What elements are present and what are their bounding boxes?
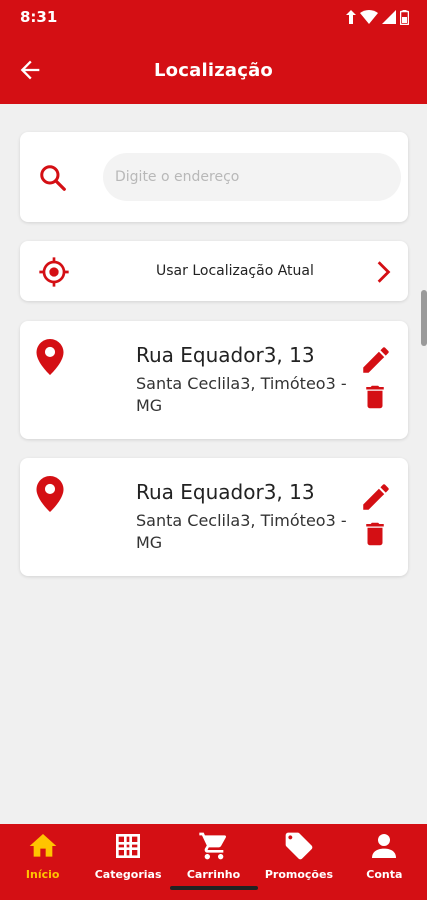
address-street: Rua Equador3, 13: [136, 343, 315, 367]
location-pin-icon: [36, 339, 64, 375]
address-detail: Santa Ceclila3, Timóteo3 - MG: [136, 511, 347, 552]
signal-icon: [346, 10, 356, 24]
use-current-location-button[interactable]: Usar Localização Atual: [20, 241, 408, 301]
nav-item-promocoes[interactable]: Promoções: [256, 824, 341, 900]
nav-label: Carrinho: [186, 868, 241, 881]
edit-pencil-icon[interactable]: [359, 480, 393, 514]
status-bar: 8:31: [0, 0, 427, 34]
edit-pencil-icon[interactable]: [359, 343, 393, 377]
location-pin-icon: [36, 476, 64, 512]
battery-icon: [400, 9, 409, 25]
address-card[interactable]: Rua Equador3, 13 Santa Ceclila3, Timóteo…: [20, 321, 408, 439]
page-title: Localização: [154, 60, 273, 81]
nav-item-conta[interactable]: Conta: [342, 824, 427, 900]
wifi-icon: [360, 10, 378, 24]
status-time: 8:31: [20, 8, 58, 26]
search-card: [20, 132, 408, 222]
address-search-input[interactable]: [103, 153, 401, 201]
nav-label: Conta: [366, 868, 403, 881]
nav-item-categorias[interactable]: Categorias: [85, 824, 170, 900]
nav-item-inicio[interactable]: Início: [0, 824, 85, 900]
grid-icon: [116, 834, 141, 858]
cart-icon: [198, 832, 226, 860]
current-location-label: Usar Localização Atual: [156, 263, 314, 279]
delete-trash-icon[interactable]: [360, 381, 390, 413]
home-icon: [29, 834, 57, 857]
address-street: Rua Equador3, 13: [136, 480, 315, 504]
delete-trash-icon[interactable]: [360, 518, 390, 550]
search-icon: [40, 165, 66, 191]
address-card[interactable]: Rua Equador3, 13 Santa Ceclila3, Timóteo…: [20, 458, 408, 576]
status-icons: [346, 9, 409, 25]
home-indicator[interactable]: [170, 886, 258, 890]
app-bar: Localização: [0, 34, 427, 104]
nav-label: Promoções: [264, 868, 333, 881]
chevron-right-icon: [377, 261, 391, 283]
scrollbar-thumb[interactable]: [421, 290, 427, 346]
cell-signal-icon: [382, 10, 396, 24]
address-detail: Santa Ceclila3, Timóteo3 - MG: [136, 374, 347, 415]
person-icon: [372, 834, 397, 858]
nav-label: Início: [25, 868, 60, 881]
tag-icon: [285, 832, 313, 860]
nav-label: Categorias: [94, 868, 162, 881]
target-icon: [39, 257, 69, 287]
